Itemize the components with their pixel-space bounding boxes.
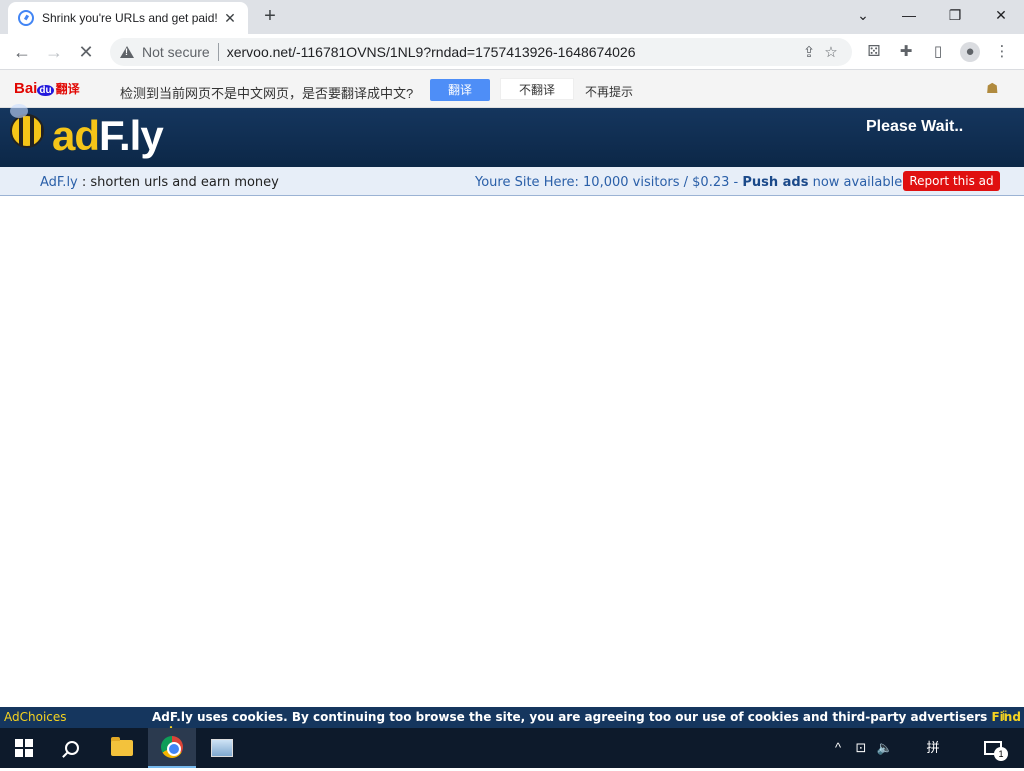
menu-kebab-icon[interactable]: ⋮ — [992, 42, 1012, 62]
report-ad-button[interactable]: Report this ad — [903, 171, 1000, 191]
search-icon — [65, 741, 79, 755]
baidu-logo-fanyi: 翻译 — [55, 82, 80, 96]
bee-logo-icon — [10, 104, 44, 148]
promo-link[interactable]: Youre Site Here: 10,000 visitors / $0.23… — [475, 175, 907, 190]
folder-icon — [111, 737, 133, 756]
url-text[interactable]: xervoo.net/-116781OVNS/1NL9?rndad=175741… — [227, 44, 798, 60]
cookie-bar: AdChoices AdF.ly uses cookies. By contin… — [0, 707, 1024, 738]
notification-count: 1 — [994, 747, 1008, 761]
push-ads-text: Push ads — [742, 175, 809, 190]
side-panel-icon[interactable]: ▯ — [928, 42, 948, 62]
translate-button[interactable]: 翻译 — [430, 79, 490, 101]
translate-settings-icon[interactable]: ☗ — [986, 80, 999, 97]
baidu-logo-bai: Bai — [14, 80, 38, 97]
app-taskbar-button[interactable] — [198, 728, 246, 768]
baidu-logo-du: du — [37, 85, 54, 96]
adfly-info-strip: AdF.ly : shorten urls and earn money You… — [0, 167, 1024, 196]
tray-chevron-up-icon[interactable]: ^ — [828, 728, 848, 768]
close-window-button[interactable]: ✕ — [978, 0, 1024, 30]
browser-toolbar: ← → ✕ Not secure xervoo.net/-116781OVNS/… — [0, 34, 1024, 70]
ime-indicator[interactable]: 拼 — [918, 728, 948, 768]
extensions-icon[interactable]: ✚ — [896, 42, 916, 62]
address-bar[interactable]: Not secure xervoo.net/-116781OVNS/1NL9?r… — [110, 38, 852, 66]
logo-ad-text: ad — [52, 112, 100, 159]
logo-fly-text: F.ly — [99, 112, 164, 159]
extension-puzzle-dice-icon[interactable]: ⚄ — [864, 42, 884, 62]
taskbar-search-button[interactable] — [48, 728, 96, 768]
file-explorer-button[interactable] — [98, 728, 146, 768]
promo-suffix: now available! — [808, 175, 908, 190]
adfly-logo[interactable]: adF.ly — [52, 112, 164, 160]
baidu-translate-logo: Bai du 翻译 — [14, 80, 80, 97]
volume-icon[interactable]: 🔈 — [874, 728, 896, 768]
please-wait-label: Please Wait.. — [866, 118, 964, 135]
stop-loading-icon[interactable]: ✕ — [74, 40, 98, 64]
not-secure-label[interactable]: Not secure — [142, 44, 210, 60]
start-button[interactable] — [0, 728, 48, 768]
network-icon[interactable]: ⊡ — [850, 728, 872, 768]
chrome-taskbar-button[interactable] — [148, 728, 196, 768]
promo-prefix: Youre Site Here: 10,000 visitors / $0.23… — [475, 175, 743, 190]
cookie-close-icon[interactable]: ⅱ — [1002, 709, 1008, 723]
notification-icon: 1 — [984, 741, 1008, 761]
never-prompt-button[interactable]: 不再提示 — [585, 83, 633, 100]
translate-prompt-text: 检测到当前网页不是中文网页，是否要翻译成中文? — [120, 86, 414, 101]
browser-tab[interactable]: Shrink you're URLs and get paid! ✕ — [8, 2, 248, 34]
windows-logo-icon — [15, 739, 33, 757]
adfly-header: adF.ly Please Wait.. — [0, 104, 1024, 167]
windows-taskbar: ^ ⊡ 🔈 拼 1 — [0, 728, 1024, 768]
tab-close-icon[interactable]: ✕ — [222, 10, 238, 27]
new-tab-button[interactable]: + — [258, 4, 282, 28]
omnibox-divider — [217, 43, 219, 61]
minimize-button[interactable]: — — [886, 0, 932, 30]
loading-favicon-icon — [18, 10, 34, 26]
chrome-icon — [161, 736, 183, 758]
notification-center-button[interactable]: 1 — [978, 728, 1008, 768]
restore-button[interactable]: ❐ — [932, 0, 978, 30]
tab-strip: Shrink you're URLs and get paid! ✕ + ⌄ —… — [0, 0, 1024, 34]
tab-title: Shrink you're URLs and get paid! — [42, 11, 218, 25]
tagline-text: : shorten urls and earn money — [77, 175, 279, 190]
tab-search-chevron-icon[interactable]: ⌄ — [840, 0, 886, 30]
tagline: AdF.ly : shorten urls and earn money — [40, 175, 279, 190]
back-arrow-icon[interactable]: ← — [10, 40, 34, 64]
forward-arrow-icon[interactable]: → — [42, 40, 66, 64]
translate-bar: Bai du 翻译 检测到当前网页不是中文网页，是否要翻译成中文? 翻译 不翻译 不… — [0, 70, 1024, 108]
warning-icon — [120, 46, 134, 58]
share-icon[interactable]: ⇪ — [798, 43, 820, 61]
app-window-icon — [211, 739, 233, 757]
profile-avatar-icon[interactable]: ● — [960, 42, 980, 62]
tagline-brand-link[interactable]: AdF.ly — [40, 175, 78, 190]
bookmark-star-icon[interactable]: ☆ — [820, 43, 842, 61]
no-translate-button[interactable]: 不翻译 — [500, 78, 574, 100]
cookie-text: AdF.ly uses cookies. By continuing too b… — [152, 710, 992, 724]
adchoices-link[interactable]: AdChoices — [4, 710, 67, 724]
